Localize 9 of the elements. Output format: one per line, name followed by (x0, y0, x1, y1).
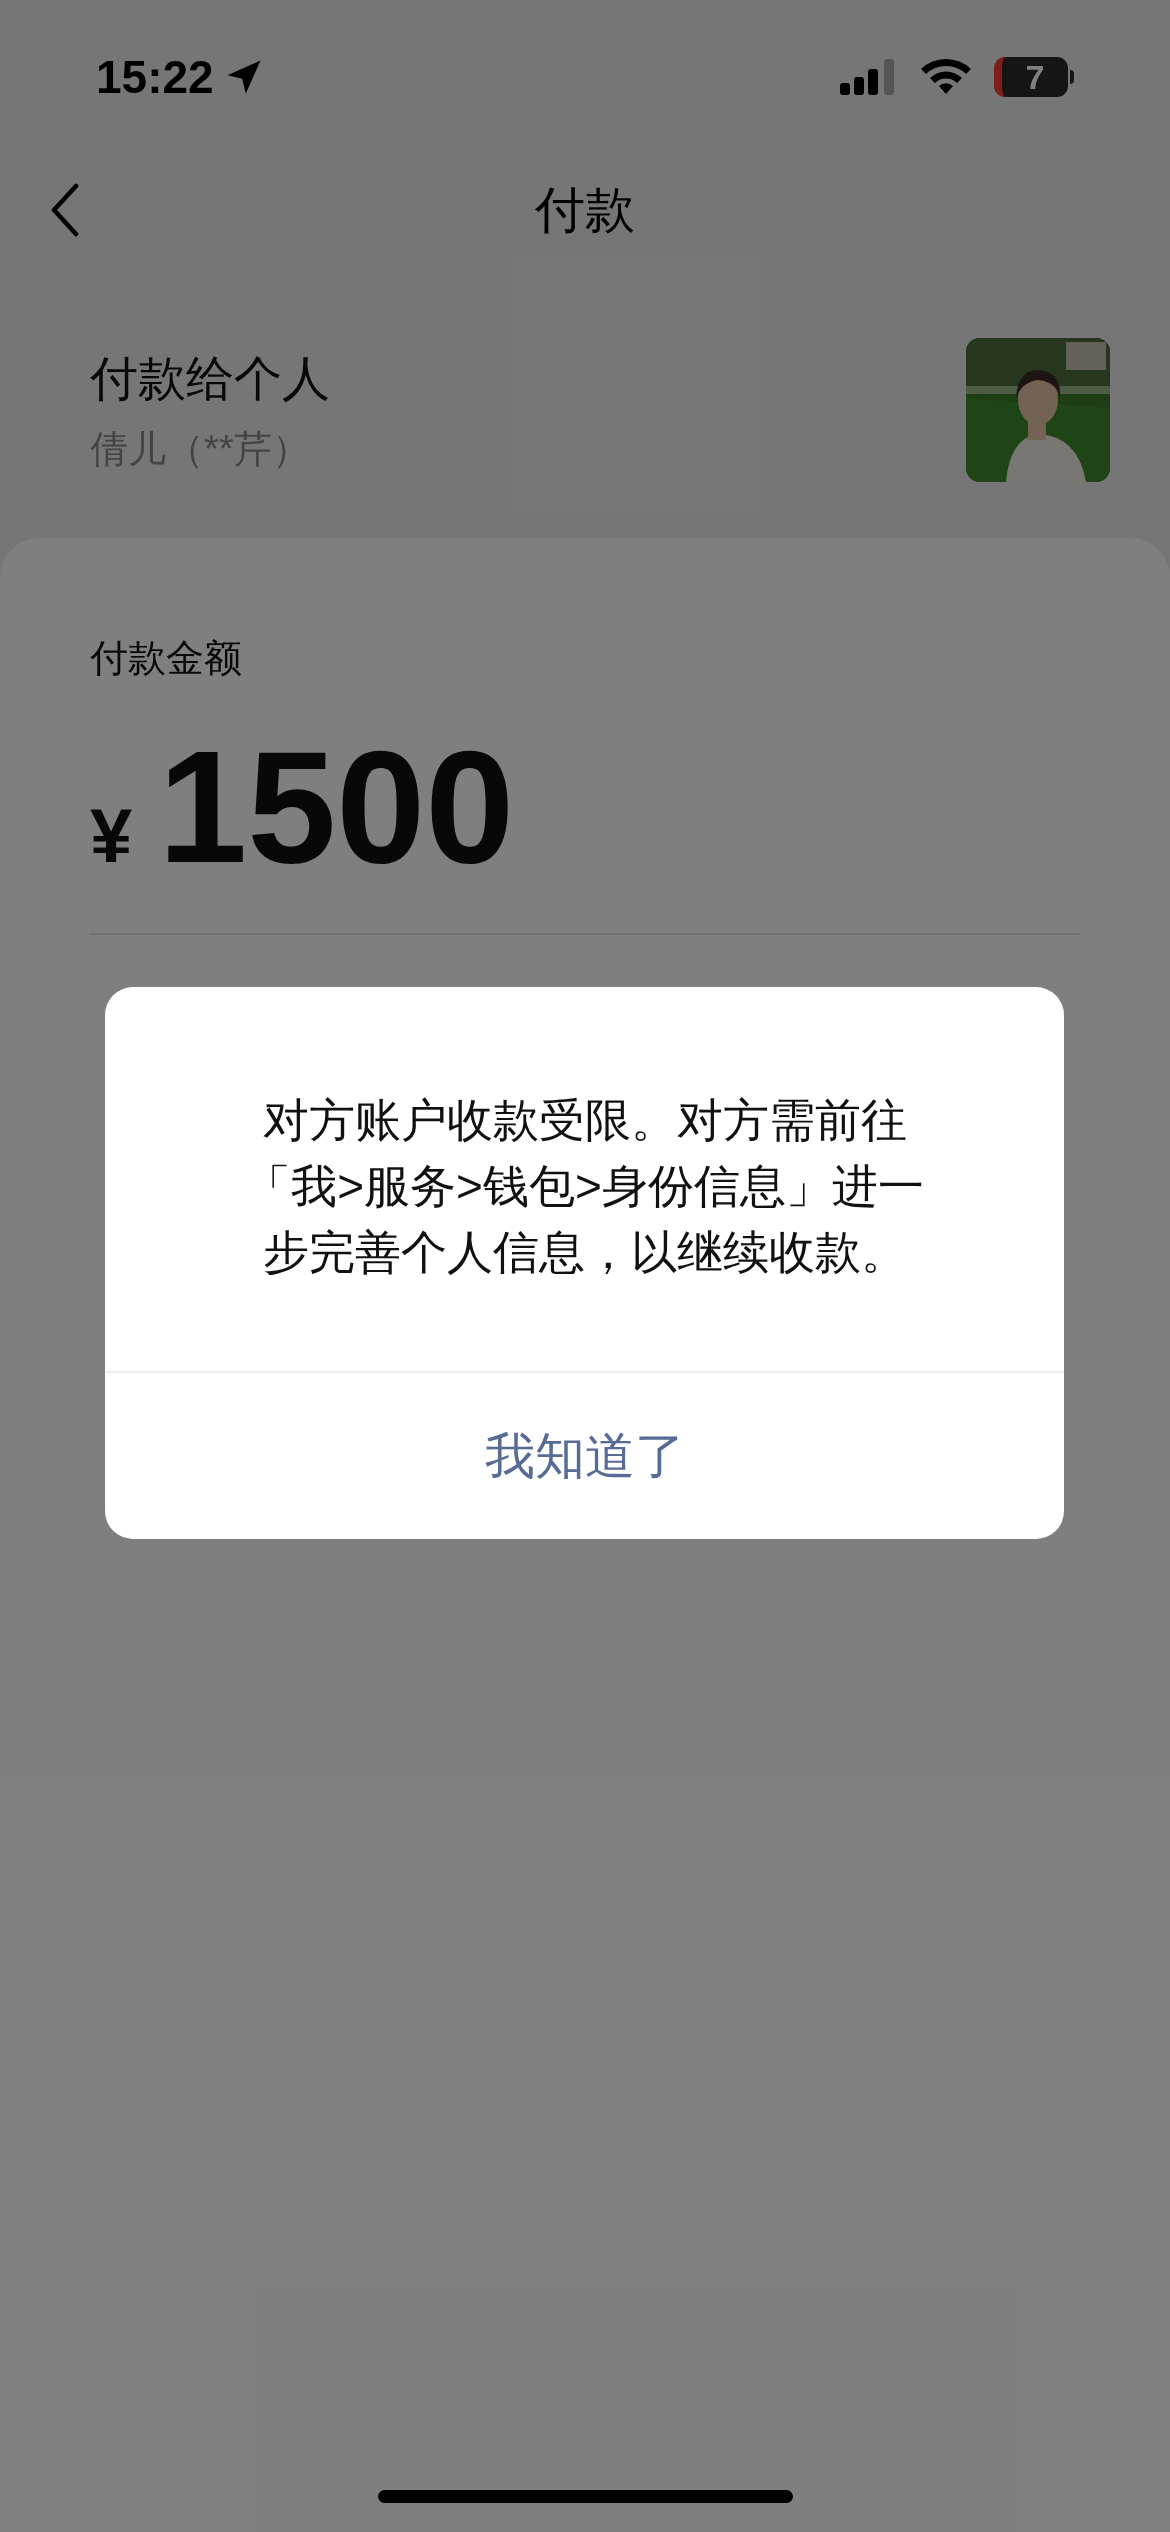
payee-heading: 付款给个人 (90, 350, 330, 407)
amount-value: 1500 (158, 727, 515, 887)
status-time: 15:22 (96, 49, 214, 105)
wifi-icon (920, 58, 972, 96)
amount-label: 付款金额 (90, 636, 243, 681)
acknowledge-button[interactable]: 我知道了 (105, 1373, 1064, 1539)
currency-symbol: ¥ (90, 792, 133, 880)
alert-message: 对方账户收款受限。对方需前往「我>服务>钱包>身份信息」进一步完善个人信息，以继续收款。 (244, 1093, 925, 1280)
page-title: 付款 (535, 180, 635, 240)
